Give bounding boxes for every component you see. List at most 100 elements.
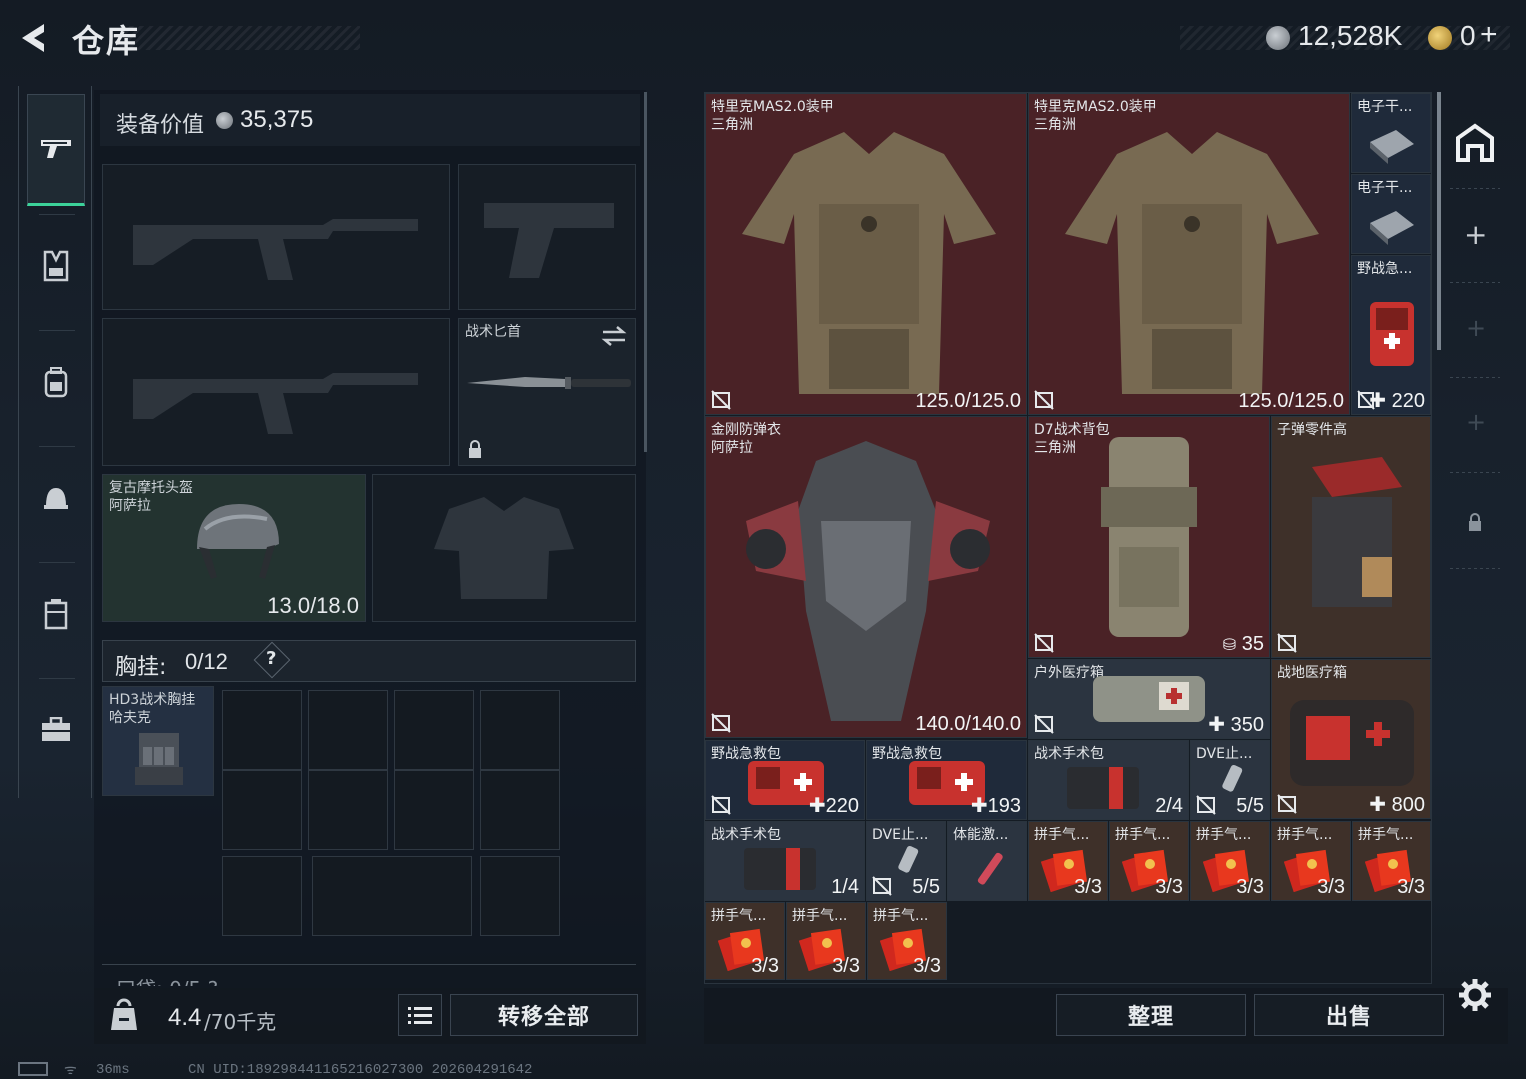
nav-armor[interactable]: [27, 210, 85, 322]
storage-item[interactable]: DVE止... 5/5: [1190, 740, 1270, 820]
transfer-all-button[interactable]: 转移全部: [450, 994, 638, 1036]
storage-item[interactable]: 拼手气... 3/3: [1352, 821, 1431, 901]
nav-backpack[interactable]: [27, 326, 85, 438]
storage-item[interactable]: DVE止... 5/5: [866, 821, 946, 901]
primary-weapon-slot[interactable]: [102, 164, 450, 310]
item-heal-amount: 193: [987, 795, 1021, 817]
rig-cell[interactable]: [308, 690, 388, 770]
no-insure-icon: [1277, 633, 1297, 653]
chest-rig-label: 胸挂:: [115, 655, 167, 680]
storage-item[interactable]: D7战术背包 三角洲 ⛁ 35: [1028, 416, 1270, 658]
secondary-weapon-slot[interactable]: [102, 318, 450, 466]
add-tab-plus-icon[interactable]: +: [1466, 314, 1486, 342]
storage-item[interactable]: 特里克MAS2.0装甲 三角洲 125.0/125.0: [705, 93, 1027, 415]
item-uses: 3/3: [1155, 876, 1183, 898]
item-name: 战地医疗箱: [1277, 665, 1347, 681]
storage-item[interactable]: 电子干...: [1351, 93, 1431, 173]
battery-icon: [18, 1062, 48, 1076]
body-armor-slot[interactable]: [372, 474, 636, 622]
help-icon[interactable]: ?: [266, 648, 276, 669]
armor-vest-image: [742, 132, 996, 394]
item-durability: 125.0/125.0: [1238, 390, 1344, 412]
helmet-slot[interactable]: 复古摩托头盔 阿萨拉 13.0/18.0: [102, 474, 366, 622]
storage-item[interactable]: 拼手气... 3/3: [786, 902, 866, 980]
no-insure-icon: [872, 876, 892, 896]
storage-item[interactable]: 野战急... ✚ 220: [1351, 255, 1431, 415]
item-heal-amount: 350: [1230, 714, 1264, 736]
storage-item[interactable]: 拼手气... 3/3: [1028, 821, 1108, 901]
storage-scrollbar[interactable]: [1437, 92, 1441, 350]
item-uses: 5/5: [912, 876, 940, 898]
storage-item[interactable]: 拼手气... 3/3: [705, 902, 785, 980]
nav-case[interactable]: [27, 558, 85, 670]
chest-rig-slot[interactable]: HD3战术胸挂 哈夫克: [102, 686, 214, 796]
storage-item[interactable]: 拼手气... 3/3: [1271, 821, 1351, 901]
syringe-image: [977, 852, 1003, 885]
home-storage-icon[interactable]: [1454, 122, 1496, 162]
storage-item[interactable]: 拼手气... 3/3: [867, 902, 947, 980]
weight-current: 4.4: [168, 1004, 202, 1031]
list-view-button[interactable]: [398, 994, 442, 1036]
parts-box-image: [1312, 457, 1402, 607]
item-heal-amount: 220: [1391, 390, 1425, 412]
rig-cell[interactable]: [308, 770, 388, 850]
no-insure-icon: [1034, 390, 1054, 410]
armor-icon: [43, 250, 69, 282]
item-uses: 1/4: [831, 876, 859, 898]
no-insure-icon: [1034, 633, 1054, 653]
storage-item[interactable]: 拼手气... 3/3: [1109, 821, 1189, 901]
item-heal-value: ✚220: [809, 793, 859, 818]
back-arrow-icon[interactable]: [14, 18, 54, 58]
rig-cell[interactable]: [394, 690, 474, 770]
rig-cell[interactable]: [480, 690, 560, 770]
storage-item[interactable]: 特里克MAS2.0装甲 三角洲 125.0/125.0: [1028, 93, 1350, 415]
add-tab-plus-icon[interactable]: +: [1464, 218, 1487, 251]
storage-item[interactable]: 拼手气... 3/3: [1190, 821, 1270, 901]
melee-slot[interactable]: 战术匕首: [458, 318, 636, 466]
pistol-slot[interactable]: [458, 164, 636, 310]
helmet-origin: 阿萨拉: [109, 498, 151, 514]
sell-button[interactable]: 出售: [1254, 994, 1444, 1036]
item-uses: 3/3: [1074, 876, 1102, 898]
pistol-icon: [41, 140, 71, 158]
storage-item[interactable]: 电子干...: [1351, 174, 1431, 254]
storage-item[interactable]: 战术手术包 1/4: [705, 821, 865, 901]
item-name: 电子干...: [1357, 180, 1413, 196]
rig-cell[interactable]: [222, 770, 302, 850]
rig-cell[interactable]: [394, 770, 474, 850]
storage-item[interactable]: 野战急救包 ✚220: [705, 740, 865, 820]
gear-icon[interactable]: [1458, 978, 1492, 1012]
storage-item[interactable]: 金刚防弹衣 阿萨拉 140.0/140.0: [705, 416, 1027, 738]
storage-tabs-rail: + + +: [1444, 92, 1506, 1042]
no-insure-icon: [1196, 795, 1216, 815]
coin-icon: [216, 112, 233, 129]
no-insure-icon: [1277, 794, 1297, 814]
backpack-icon: ⛁: [1222, 637, 1237, 654]
rig-cell[interactable]: [222, 856, 302, 936]
add-currency-button[interactable]: +: [1480, 18, 1498, 52]
rig-cell[interactable]: [222, 690, 302, 770]
nav-helmet[interactable]: [27, 442, 85, 554]
add-tab-plus-icon[interactable]: +: [1466, 408, 1486, 436]
swap-icon[interactable]: [601, 325, 627, 347]
storage-item[interactable]: 体能激...: [947, 821, 1027, 901]
item-name: 体能激...: [953, 827, 1009, 843]
rig-cell[interactable]: [480, 856, 560, 936]
rig-cell[interactable]: [312, 856, 472, 936]
rig-cell[interactable]: [480, 770, 560, 850]
storage-item[interactable]: 战术手术包 2/4: [1028, 740, 1189, 820]
item-name: 拼手气...: [873, 908, 929, 924]
helmet-durability: 13.0/18.0: [267, 593, 359, 618]
nav-misc[interactable]: [27, 674, 85, 786]
storage-item[interactable]: 战地医疗箱 ✚ 800: [1271, 659, 1431, 819]
item-uses: 3/3: [1317, 876, 1345, 898]
storage-item[interactable]: 野战急救包 ✚193: [866, 740, 1027, 820]
item-capacity: ⛁ 35: [1223, 633, 1264, 656]
item-heal-value: ✚ 350: [1208, 712, 1264, 737]
sort-button[interactable]: 整理: [1056, 994, 1246, 1036]
equipment-scrollbar[interactable]: [644, 92, 647, 452]
storage-item[interactable]: 子弹零件高: [1271, 416, 1431, 658]
no-insure-icon: [711, 795, 731, 815]
storage-item[interactable]: 户外医疗箱 ✚ 350: [1028, 659, 1270, 739]
nav-weapons[interactable]: [27, 94, 85, 206]
